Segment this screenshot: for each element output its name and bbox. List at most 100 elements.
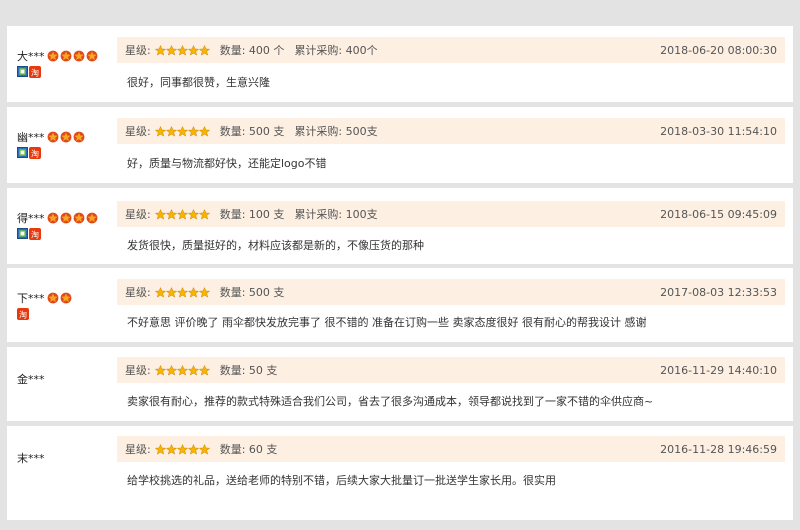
star-icon: [154, 208, 166, 220]
quantity-text: 数量: 500 支: [220, 123, 285, 139]
rating-stars: [154, 125, 210, 137]
crown-icon: [47, 212, 58, 224]
crown-icon: [47, 292, 58, 304]
quantity-label: 数量:: [219, 286, 246, 299]
crown-icon: [60, 131, 71, 143]
quantity-label: 数量:: [219, 208, 246, 221]
reviewer-name: 幽***: [17, 131, 45, 144]
star-icon: [198, 208, 210, 220]
quantity-label: 数量:: [219, 364, 246, 377]
reviewer-info: 末***: [17, 450, 113, 466]
rating-label: 星级:: [125, 364, 151, 377]
shield-badge-icon: [17, 228, 28, 239]
star-icon: [187, 286, 199, 298]
crown-icon: [47, 50, 58, 62]
cumulative-text: 累计采购: 400个: [294, 42, 377, 58]
star-icon: [187, 208, 199, 220]
rating-label: 星级:: [125, 286, 151, 299]
star-icon: [176, 125, 188, 137]
cumulative-text: 累计采购: 100支: [294, 206, 377, 222]
quantity-value: 500 支: [245, 286, 285, 299]
review-card: 幽*** 淘 星级: 数量: 500 支累计采购: 500支 2018-03-30 11…: [7, 107, 793, 183]
rating-stars: [154, 208, 210, 220]
reviewer-info: 金***: [17, 371, 113, 387]
quantity-value: 60 支: [245, 443, 278, 456]
star-icon: [154, 364, 166, 376]
star-icon: [198, 44, 210, 56]
review-content: 很好，同事都很赞，生意兴隆: [127, 76, 270, 89]
cumulative-label: 累计采购:: [294, 44, 343, 57]
reviews-list: 大*** 淘星级: 数量: 400 个累计采购: 400个 2018-06-20 08…: [0, 0, 800, 530]
star-icon: [187, 364, 199, 376]
quantity-label: 数量:: [219, 443, 246, 456]
crown-icon: [73, 212, 84, 224]
star-icon: [154, 125, 166, 137]
star-icon: [154, 44, 166, 56]
cumulative-value: 400个: [342, 44, 378, 57]
review-date: 2016-11-29 14:40:10: [660, 363, 777, 377]
star-icon: [198, 125, 210, 137]
review-meta-bar: 星级: 数量: 500 支 2017-08-03 12:33:53: [117, 279, 785, 305]
star-icon: [176, 443, 188, 455]
rating-stars: [154, 286, 210, 298]
star-icon: [187, 125, 199, 137]
review-date: 2016-11-28 19:46:59: [660, 442, 777, 456]
star-icon: [154, 286, 166, 298]
quantity-text: 数量: 400 个: [220, 42, 285, 58]
star-icon: [154, 443, 166, 455]
quantity-value: 400 个: [245, 44, 285, 57]
reviewer-name: 金***: [17, 373, 45, 386]
quantity-text: 数量: 100 支: [220, 206, 285, 222]
star-icon: [165, 443, 177, 455]
crown-icon: [73, 131, 84, 143]
reviewer-name: 大***: [17, 50, 45, 63]
review-date: 2017-08-03 12:33:53: [660, 285, 777, 299]
star-icon: [198, 443, 210, 455]
svg-text:淘: 淘: [31, 68, 39, 78]
quantity-label: 数量:: [219, 44, 246, 57]
star-icon: [165, 364, 177, 376]
crown-icon: [60, 292, 71, 304]
review-content: 给学校挑选的礼品，送给老师的特别不错，后续大家大批量订一批送学生家长用。很实用: [127, 474, 556, 487]
reviewer-info: 下*** 淘: [17, 290, 113, 322]
star-icon: [165, 286, 177, 298]
review-meta-bar: 星级: 数量: 60 支 2016-11-28 19:46:59: [117, 436, 785, 462]
quantity-value: 100 支: [245, 208, 285, 221]
star-icon: [176, 44, 188, 56]
star-icon: [176, 364, 188, 376]
review-card: 金*** 星级: 数量: 50 支 2016-11-29 14:40:10 卖家很有耐心…: [7, 347, 793, 421]
shield-badge-icon: [17, 66, 28, 77]
star-icon: [187, 443, 199, 455]
crown-icon: [73, 50, 84, 62]
crown-icon: [86, 212, 97, 224]
review-content: 发货很快，质量挺好的，材料应该都是新的，不像压货的那种: [127, 239, 424, 252]
review-content: 好，质量与物流都好快，还能定logo不错: [127, 157, 327, 170]
rating-label: 星级:: [125, 44, 151, 57]
crown-icon: [60, 212, 71, 224]
quantity-text: 数量: 500 支: [220, 284, 285, 300]
rating-label: 星级:: [125, 208, 151, 221]
svg-text:淘: 淘: [19, 310, 27, 320]
cumulative-text: 累计采购: 500支: [294, 123, 377, 139]
star-icon: [198, 364, 210, 376]
credit-level: [47, 131, 86, 143]
reviewer-name: 得***: [17, 212, 45, 225]
crown-icon: [86, 50, 97, 62]
quantity-value: 50 支: [245, 364, 278, 377]
reviewer-info: 幽*** 淘: [17, 129, 113, 161]
star-icon: [165, 44, 177, 56]
shield-badge-icon: [17, 147, 28, 158]
star-icon: [165, 125, 177, 137]
credit-level: [47, 50, 99, 62]
review-card: 末*** 星级: 数量: 60 支 2016-11-28 19:46:59 给学校挑选的…: [7, 426, 793, 520]
review-content: 卖家很有耐心，推荐的款式特殊适合我们公司，省去了很多沟通成本，领导都说找到了一家…: [127, 395, 654, 408]
review-meta-bar: 星级: 数量: 50 支 2016-11-29 14:40:10: [117, 357, 785, 383]
reviewer-info: 得*** 淘: [17, 210, 113, 242]
star-icon: [176, 208, 188, 220]
taobao-badge-icon: 淘: [29, 228, 41, 240]
review-card: 下*** 淘 星级: 数量: 500 支 2017-08-03 12:33:53 不好意思…: [7, 268, 793, 342]
taobao-badge-icon: 淘: [29, 66, 41, 78]
svg-text:淘: 淘: [31, 149, 39, 159]
review-meta-bar: 星级: 数量: 500 支累计采购: 500支 2018-03-30 11:54:1…: [117, 118, 785, 144]
reviewer-info: 大*** 淘: [17, 48, 113, 80]
